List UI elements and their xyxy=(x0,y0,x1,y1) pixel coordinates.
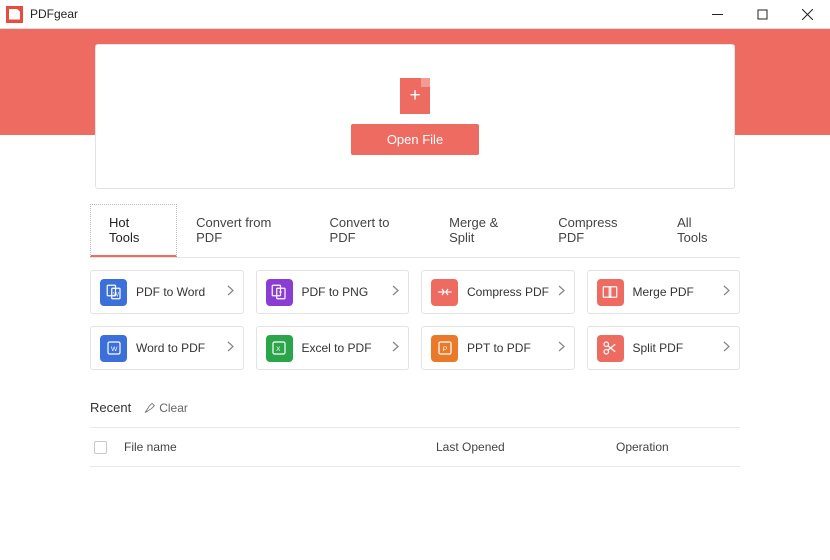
chevron-right-icon xyxy=(392,283,399,301)
tool-compress-pdf[interactable]: Compress PDF xyxy=(421,270,575,314)
chevron-right-icon xyxy=(723,339,730,357)
tool-merge-pdf[interactable]: Merge PDF xyxy=(587,270,741,314)
column-filename: File name xyxy=(124,440,436,454)
merge-pdf-icon-container xyxy=(597,279,624,306)
pdf-to-png-icon xyxy=(270,283,288,301)
svg-text:X: X xyxy=(276,346,281,353)
recent-label: Recent xyxy=(90,400,131,415)
tool-excel-to-pdf[interactable]: X Excel to PDF xyxy=(256,326,410,370)
minimize-button[interactable] xyxy=(695,0,740,29)
pdf-to-word-icon-container: W xyxy=(100,279,127,306)
recent-table: File name Last Opened Operation xyxy=(90,427,740,467)
tab-merge-and-split[interactable]: Merge & Split xyxy=(430,204,539,257)
tab-all-tools[interactable]: All Tools xyxy=(658,204,740,257)
chevron-right-icon xyxy=(723,283,730,301)
column-operation: Operation xyxy=(616,440,736,454)
open-file-card[interactable]: + Open File xyxy=(95,44,735,189)
tool-label: Compress PDF xyxy=(467,285,549,299)
tool-label: Excel to PDF xyxy=(302,341,372,355)
chevron-right-icon xyxy=(558,283,565,301)
table-header: File name Last Opened Operation xyxy=(90,427,740,467)
window-controls xyxy=(695,0,830,29)
chevron-right-icon xyxy=(227,283,234,301)
broom-icon xyxy=(141,401,155,415)
excel-to-pdf-icon: X xyxy=(270,339,288,357)
tool-label: Split PDF xyxy=(633,341,684,355)
svg-text:W: W xyxy=(111,346,118,353)
merge-pdf-icon xyxy=(601,283,619,301)
maximize-icon xyxy=(757,9,768,20)
minimize-icon xyxy=(712,9,723,20)
pdf-to-word-icon: W xyxy=(105,283,123,301)
tool-pdf-to-png[interactable]: PDF to PNG xyxy=(256,270,410,314)
recent-header: Recent Clear xyxy=(90,400,740,415)
compress-pdf-icon xyxy=(436,283,454,301)
ppt-to-pdf-icon: P xyxy=(436,339,454,357)
tool-label: Merge PDF xyxy=(633,285,694,299)
split-pdf-icon-container xyxy=(597,335,624,362)
tools-grid: W PDF to Word PDF to PNG Compress PDF Merge … xyxy=(90,270,740,370)
tool-label: PDF to Word xyxy=(136,285,205,299)
excel-to-pdf-icon-container: X xyxy=(266,335,293,362)
clear-button[interactable]: Clear xyxy=(141,401,188,415)
tabs: Hot ToolsConvert from PDFConvert to PDFM… xyxy=(90,204,740,258)
select-all-checkbox[interactable] xyxy=(94,441,107,454)
tab-convert-to-pdf[interactable]: Convert to PDF xyxy=(311,204,431,257)
titlebar: PDFgear xyxy=(0,0,830,29)
open-file-button[interactable]: Open File xyxy=(351,124,479,155)
close-button[interactable] xyxy=(785,0,830,29)
svg-text:P: P xyxy=(442,346,447,353)
banner: + Open File xyxy=(0,29,830,135)
tab-hot-tools[interactable]: Hot Tools xyxy=(90,204,177,257)
compress-pdf-icon-container xyxy=(431,279,458,306)
word-to-pdf-icon: W xyxy=(105,339,123,357)
tab-convert-from-pdf[interactable]: Convert from PDF xyxy=(177,204,310,257)
maximize-button[interactable] xyxy=(740,0,785,29)
chevron-right-icon xyxy=(227,339,234,357)
tool-word-to-pdf[interactable]: W Word to PDF xyxy=(90,326,244,370)
tool-ppt-to-pdf[interactable]: P PPT to PDF xyxy=(421,326,575,370)
word-to-pdf-icon-container: W xyxy=(100,335,127,362)
column-last-opened: Last Opened xyxy=(436,440,616,454)
app-icon xyxy=(6,6,23,23)
clear-label: Clear xyxy=(159,401,188,415)
svg-text:W: W xyxy=(113,293,119,299)
close-icon xyxy=(802,9,813,20)
chevron-right-icon xyxy=(392,339,399,357)
chevron-right-icon xyxy=(558,339,565,357)
tool-label: PDF to PNG xyxy=(302,285,369,299)
split-pdf-icon xyxy=(601,339,619,357)
tool-label: Word to PDF xyxy=(136,341,205,355)
column-checkbox xyxy=(94,441,124,454)
tab-compress-pdf[interactable]: Compress PDF xyxy=(539,204,658,257)
file-plus-icon: + xyxy=(400,78,430,114)
ppt-to-pdf-icon-container: P xyxy=(431,335,458,362)
tool-pdf-to-word[interactable]: W PDF to Word xyxy=(90,270,244,314)
tool-label: PPT to PDF xyxy=(467,341,531,355)
tool-split-pdf[interactable]: Split PDF xyxy=(587,326,741,370)
pdf-to-png-icon-container xyxy=(266,279,293,306)
app-title: PDFgear xyxy=(30,7,78,21)
